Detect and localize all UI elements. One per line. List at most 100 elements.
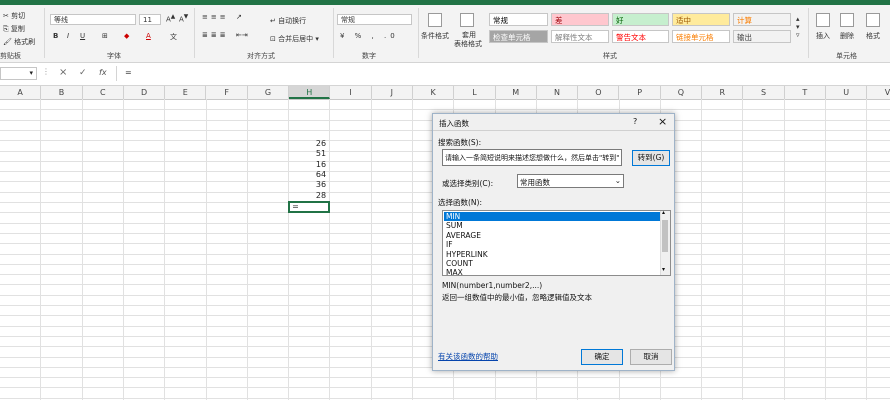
function-item-min[interactable]: MIN — [444, 212, 660, 222]
orientation-icon[interactable]: ↗ — [236, 13, 242, 21]
font-name-select[interactable]: 等线 — [50, 14, 136, 25]
fx-icon[interactable]: fx — [99, 68, 107, 77]
column-header-b[interactable]: B — [41, 86, 83, 99]
ok-button[interactable]: 确定 — [581, 349, 623, 365]
scrollbar-thumb[interactable] — [662, 220, 668, 252]
conditional-format-button[interactable]: 条件格式 — [421, 31, 449, 41]
chevron-down-icon[interactable]: ▾ — [29, 69, 33, 77]
column-header-g[interactable]: G — [248, 86, 290, 99]
cell-style-2[interactable]: 好 — [612, 13, 669, 26]
column-header-c[interactable]: C — [83, 86, 124, 99]
column-header-a[interactable]: A — [0, 86, 42, 99]
cell-h-value[interactable]: 26 — [286, 139, 326, 148]
bold-button[interactable]: B — [53, 32, 58, 40]
cell-h-value[interactable]: 64 — [286, 170, 326, 179]
delete-button[interactable]: 删除 — [840, 31, 854, 41]
column-header-f[interactable]: F — [207, 86, 248, 99]
format-icon[interactable] — [866, 13, 880, 27]
column-header-s[interactable]: S — [743, 86, 785, 99]
column-header-m[interactable]: M — [496, 86, 537, 99]
cell-style-4[interactable]: 计算 — [733, 13, 791, 26]
format-table-line2[interactable]: 表格格式 — [454, 39, 482, 49]
column-header-o[interactable]: O — [578, 86, 620, 99]
search-input[interactable]: 请输入一条简短说明来描述您想做什么，然后单击"转到" — [442, 149, 622, 166]
go-button[interactable]: 转到(G) — [632, 150, 670, 166]
cell-style-8[interactable]: 链接单元格 — [672, 30, 730, 43]
column-header-d[interactable]: D — [124, 86, 166, 99]
cell-style-7[interactable]: 警告文本 — [612, 30, 669, 43]
function-item-average[interactable]: AVERAGE — [444, 231, 660, 240]
number-format-select[interactable]: 常规 — [337, 14, 412, 25]
formula-input[interactable]: = — [116, 66, 890, 81]
column-header-h[interactable]: H — [289, 86, 331, 99]
function-item-max[interactable]: MAX — [444, 268, 660, 275]
phonetic-icon[interactable]: 文 — [170, 32, 177, 42]
function-listbox[interactable]: ▴ ▾ MIN SUM AVERAGE IF HYPERLINK COUNT MAX — [442, 210, 671, 276]
column-header-v[interactable]: V — [867, 86, 890, 99]
scroll-down-icon[interactable]: ▾ — [662, 266, 665, 273]
close-icon[interactable]: × — [658, 115, 667, 128]
cell-h-value[interactable]: 28 — [286, 191, 326, 200]
align-top-icons[interactable]: ≡≡≡ — [202, 13, 229, 21]
styles-scroll-icon[interactable]: ▴ ▾ ▿ — [796, 15, 800, 39]
cut-button[interactable]: ✂ 剪切 — [3, 11, 25, 21]
enter-icon[interactable]: ✓ — [79, 68, 87, 78]
column-header-i[interactable]: I — [330, 86, 372, 99]
cell-style-6[interactable]: 解释性文本 — [551, 30, 609, 43]
name-box[interactable]: ▾ — [0, 67, 37, 80]
indent-icon[interactable]: ⇤⇥ — [236, 31, 248, 39]
font-size-select[interactable]: 11 — [139, 14, 161, 25]
column-header-l[interactable]: L — [454, 86, 496, 99]
number-format-icons[interactable]: ¥ % , .0 — [340, 32, 399, 40]
insert-icon[interactable] — [816, 13, 830, 27]
cell-style-0[interactable]: 常规 — [489, 13, 548, 26]
format-table-icon[interactable] — [460, 13, 474, 27]
gridline-vertical — [370, 99, 372, 400]
font-color-icon[interactable]: A — [146, 32, 151, 40]
help-icon[interactable]: ? — [633, 117, 637, 126]
cell-h-value[interactable]: 51 — [286, 149, 326, 158]
cell-h-value[interactable]: 36 — [286, 180, 326, 189]
fill-color-icon[interactable]: ◆ — [124, 32, 129, 40]
format-painter-button[interactable]: 🖌 格式刷 — [3, 37, 35, 47]
format-button[interactable]: 格式 — [866, 31, 880, 41]
function-item-hyperlink[interactable]: HYPERLINK — [444, 250, 660, 259]
function-item-sum[interactable]: SUM — [444, 221, 660, 230]
cell-style-5[interactable]: 检查单元格 — [489, 30, 548, 43]
cancel-icon[interactable]: × — [59, 67, 67, 78]
borders-icon[interactable]: ⊞ — [102, 32, 108, 40]
column-header-k[interactable]: K — [413, 86, 455, 99]
column-header-n[interactable]: N — [537, 86, 579, 99]
help-link[interactable]: 有关该函数的帮助 — [438, 351, 498, 362]
cancel-button[interactable]: 取消 — [630, 349, 672, 365]
align-left-icons[interactable]: ≣≣≣ — [202, 31, 229, 39]
scroll-up-icon[interactable]: ▴ — [662, 211, 665, 216]
delete-icon[interactable] — [840, 13, 854, 27]
underline-button[interactable]: U — [80, 32, 85, 40]
column-header-u[interactable]: U — [826, 86, 868, 99]
listbox-scrollbar[interactable]: ▴ ▾ — [660, 211, 670, 275]
column-header-j[interactable]: J — [372, 86, 413, 99]
column-header-t[interactable]: T — [785, 86, 826, 99]
italic-button[interactable]: I — [67, 32, 69, 40]
function-item-if[interactable]: IF — [444, 240, 660, 249]
chevron-down-icon[interactable]: ⌄ — [615, 176, 621, 185]
column-header-r[interactable]: R — [702, 86, 744, 99]
cell-h-value[interactable]: 16 — [286, 160, 326, 169]
function-item-count[interactable]: COUNT — [444, 259, 660, 268]
cell-style-3[interactable]: 适中 — [672, 13, 730, 26]
increase-font-icon[interactable]: A▲ — [166, 14, 175, 23]
cell-style-1[interactable]: 差 — [551, 13, 609, 26]
merge-center-button[interactable]: ⊡ 合并后居中 ▾ — [270, 34, 319, 44]
copy-button[interactable]: ⎘ 复制 — [3, 24, 25, 34]
conditional-format-icon[interactable] — [428, 13, 442, 27]
category-select[interactable]: 常用函数 ⌄ — [517, 174, 624, 188]
column-header-e[interactable]: E — [165, 86, 207, 99]
column-header-p[interactable]: P — [620, 86, 661, 99]
active-cell[interactable]: = — [288, 200, 331, 214]
wrap-text-button[interactable]: ↵ 自动换行 — [270, 16, 306, 26]
cell-style-9[interactable]: 输出 — [733, 30, 791, 43]
insert-button[interactable]: 插入 — [816, 31, 830, 41]
column-header-q[interactable]: Q — [661, 86, 703, 99]
decrease-font-icon[interactable]: A▼ — [179, 14, 188, 23]
